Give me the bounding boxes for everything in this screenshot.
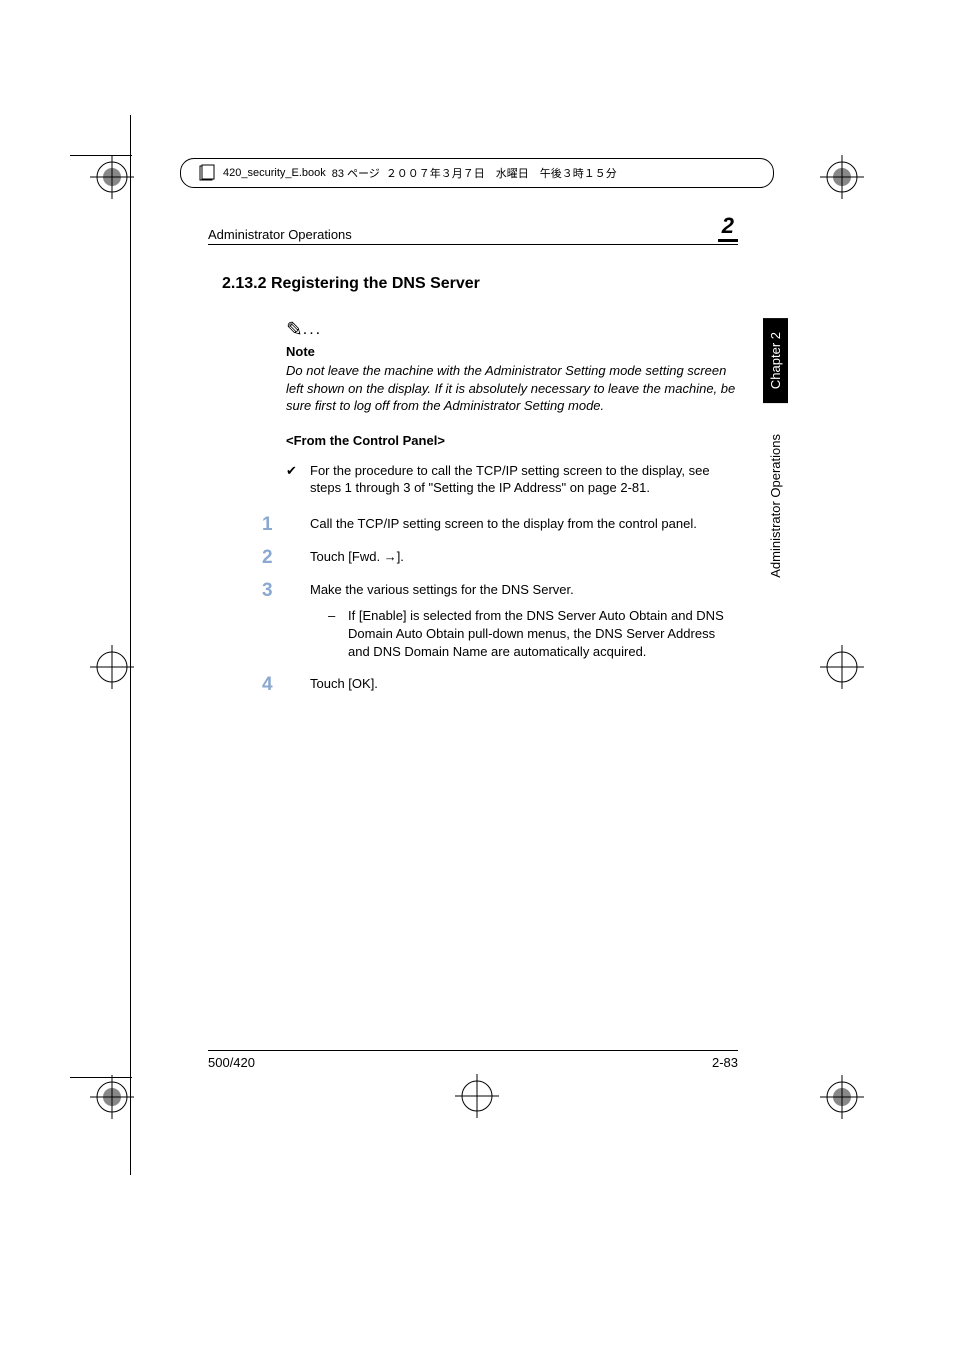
footer-page-number: 2-83 xyxy=(712,1055,738,1070)
dash-icon: – xyxy=(328,607,348,662)
running-header: Administrator Operations 2 xyxy=(208,215,738,245)
running-header-text: Administrator Operations xyxy=(208,227,352,242)
section-title: Registering the DNS Server xyxy=(271,275,480,292)
step-4: 4 Touch [OK]. xyxy=(262,675,738,694)
file-date: ２００７年３月７日 水曜日 午後３時１５分 xyxy=(386,165,617,181)
side-tab-chapter: Chapter 2 xyxy=(763,318,788,403)
note-body: Do not leave the machine with the Admini… xyxy=(286,362,738,415)
note-block: ✎... Note Do not leave the machine with … xyxy=(286,317,738,415)
step-text: Call the TCP/IP setting screen to the di… xyxy=(310,515,738,534)
section-number: 2.13.2 xyxy=(222,275,266,292)
registration-mark-icon xyxy=(455,1074,499,1118)
step-1: 1 Call the TCP/IP setting screen to the … xyxy=(262,515,738,534)
check-text: For the procedure to call the TCP/IP set… xyxy=(310,462,738,497)
note-label: Note xyxy=(286,344,738,359)
chapter-number-badge: 2 xyxy=(718,215,738,242)
section-heading: 2.13.2 Registering the DNS Server xyxy=(208,275,738,293)
sub-step-text: If [Enable] is selected from the DNS Ser… xyxy=(348,607,738,662)
step-3: 3 Make the various settings for the DNS … xyxy=(262,581,738,662)
registration-mark-icon xyxy=(90,1075,134,1119)
content-area: Administrator Operations 2 2.13.2 Regist… xyxy=(208,215,738,708)
step-number: 2 xyxy=(262,548,310,567)
registration-mark-icon xyxy=(820,155,864,199)
step-text: Touch [OK]. xyxy=(310,675,738,694)
check-item: ✔ For the procedure to call the TCP/IP s… xyxy=(286,462,738,497)
registration-mark-icon xyxy=(90,645,134,689)
registration-mark-icon xyxy=(820,645,864,689)
note-icon: ✎... xyxy=(286,317,738,342)
file-header: 420_security_E.book 83 ページ ２００７年３月７日 水曜日… xyxy=(180,158,774,188)
registration-mark-icon xyxy=(820,1075,864,1119)
file-page: 83 ページ xyxy=(332,165,380,181)
step-number: 1 xyxy=(262,515,310,534)
side-tab-section: Administrator Operations xyxy=(763,420,788,592)
checkmark-icon: ✔ xyxy=(286,462,310,497)
page-footer: 500/420 2-83 xyxy=(208,1050,738,1070)
step-number: 3 xyxy=(262,581,310,662)
step-2: 2 Touch [Fwd. →]. xyxy=(262,548,738,567)
book-icon xyxy=(197,163,217,183)
step-text: Make the various settings for the DNS Se… xyxy=(310,581,738,599)
page: 420_security_E.book 83 ページ ２００７年３月７日 水曜日… xyxy=(0,0,954,1350)
file-name: 420_security_E.book xyxy=(223,167,326,179)
step-number: 4 xyxy=(262,675,310,694)
registration-mark-icon xyxy=(90,155,134,199)
sub-step: – If [Enable] is selected from the DNS S… xyxy=(328,607,738,662)
footer-model: 500/420 xyxy=(208,1055,255,1070)
subheading: <From the Control Panel> xyxy=(286,433,738,448)
step-text: Touch [Fwd. →]. xyxy=(310,548,738,567)
